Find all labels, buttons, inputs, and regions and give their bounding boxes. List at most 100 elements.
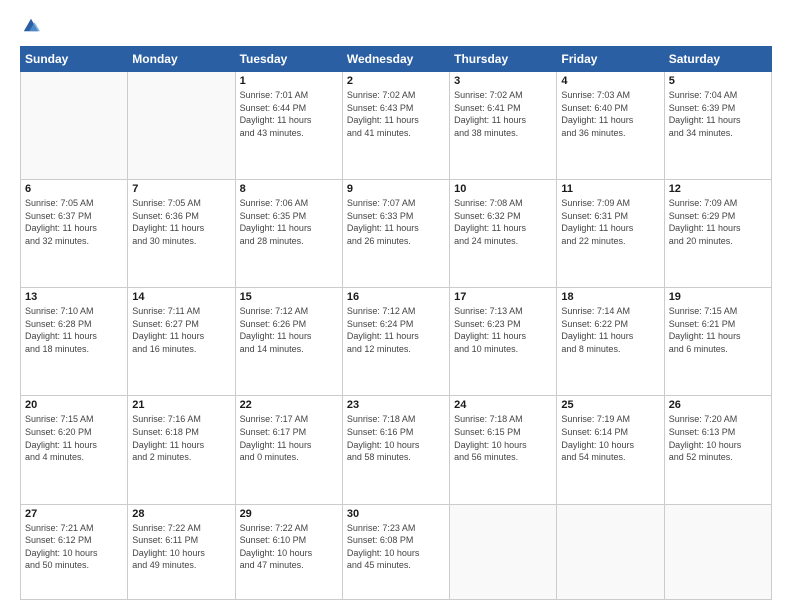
- calendar-cell: 26 Sunrise: 7:20 AM Sunset: 6:13 PM Dayli…: [664, 396, 771, 504]
- day-number: 24: [454, 399, 552, 411]
- day-info: Sunrise: 7:05 AM Sunset: 6:36 PM Dayligh…: [132, 197, 230, 247]
- calendar-cell: 30 Sunrise: 7:23 AM Sunset: 6:08 PM Dayli…: [342, 504, 449, 599]
- day-info: Sunrise: 7:03 AM Sunset: 6:40 PM Dayligh…: [561, 89, 659, 139]
- calendar-cell: [557, 504, 664, 599]
- calendar-table: SundayMondayTuesdayWednesdayThursdayFrid…: [20, 46, 772, 600]
- day-info: Sunrise: 7:04 AM Sunset: 6:39 PM Dayligh…: [669, 89, 767, 139]
- day-info: Sunrise: 7:22 AM Sunset: 6:11 PM Dayligh…: [132, 522, 230, 572]
- day-number: 19: [669, 291, 767, 303]
- calendar-cell: 18 Sunrise: 7:14 AM Sunset: 6:22 PM Dayli…: [557, 288, 664, 396]
- day-number: 15: [240, 291, 338, 303]
- day-number: 2: [347, 75, 445, 87]
- day-info: Sunrise: 7:05 AM Sunset: 6:37 PM Dayligh…: [25, 197, 123, 247]
- calendar-cell: [21, 72, 128, 180]
- day-number: 5: [669, 75, 767, 87]
- calendar-cell: 28 Sunrise: 7:22 AM Sunset: 6:11 PM Dayli…: [128, 504, 235, 599]
- day-info: Sunrise: 7:17 AM Sunset: 6:17 PM Dayligh…: [240, 413, 338, 463]
- day-info: Sunrise: 7:16 AM Sunset: 6:18 PM Dayligh…: [132, 413, 230, 463]
- day-info: Sunrise: 7:10 AM Sunset: 6:28 PM Dayligh…: [25, 305, 123, 355]
- header: [20, 18, 772, 36]
- col-header-tuesday: Tuesday: [235, 47, 342, 72]
- day-info: Sunrise: 7:14 AM Sunset: 6:22 PM Dayligh…: [561, 305, 659, 355]
- calendar-cell: 20Sunrise: 7:15 AM Sunset: 6:20 PM Dayli…: [21, 396, 128, 504]
- day-info: Sunrise: 7:12 AM Sunset: 6:24 PM Dayligh…: [347, 305, 445, 355]
- calendar-cell: 17 Sunrise: 7:13 AM Sunset: 6:23 PM Dayli…: [450, 288, 557, 396]
- day-info: Sunrise: 7:02 AM Sunset: 6:43 PM Dayligh…: [347, 89, 445, 139]
- calendar-cell: 2 Sunrise: 7:02 AM Sunset: 6:43 PM Daylig…: [342, 72, 449, 180]
- calendar-cell: 25 Sunrise: 7:19 AM Sunset: 6:14 PM Dayli…: [557, 396, 664, 504]
- day-number: 6: [25, 183, 123, 195]
- day-info: Sunrise: 7:22 AM Sunset: 6:10 PM Dayligh…: [240, 522, 338, 572]
- calendar-cell: 13 Sunrise: 7:10 AM Sunset: 6:28 PM Dayli…: [21, 288, 128, 396]
- calendar-week-3: 13 Sunrise: 7:10 AM Sunset: 6:28 PM Dayli…: [21, 288, 772, 396]
- calendar-cell: 16 Sunrise: 7:12 AM Sunset: 6:24 PM Dayli…: [342, 288, 449, 396]
- col-header-monday: Monday: [128, 47, 235, 72]
- day-number: 9: [347, 183, 445, 195]
- calendar-cell: 1 Sunrise: 7:01 AM Sunset: 6:44 PM Daylig…: [235, 72, 342, 180]
- day-number: 30: [347, 508, 445, 520]
- day-number: 17: [454, 291, 552, 303]
- calendar-cell: 24 Sunrise: 7:18 AM Sunset: 6:15 PM Dayli…: [450, 396, 557, 504]
- day-info: Sunrise: 7:01 AM Sunset: 6:44 PM Dayligh…: [240, 89, 338, 139]
- col-header-wednesday: Wednesday: [342, 47, 449, 72]
- calendar-cell: 27 Sunrise: 7:21 AM Sunset: 6:12 PM Dayli…: [21, 504, 128, 599]
- calendar-cell: 19Sunrise: 7:15 AM Sunset: 6:21 PM Dayli…: [664, 288, 771, 396]
- day-info: Sunrise: 7:23 AM Sunset: 6:08 PM Dayligh…: [347, 522, 445, 572]
- col-header-saturday: Saturday: [664, 47, 771, 72]
- calendar-cell: 14Sunrise: 7:11 AM Sunset: 6:27 PM Dayli…: [128, 288, 235, 396]
- day-number: 26: [669, 399, 767, 411]
- calendar-cell: 4 Sunrise: 7:03 AM Sunset: 6:40 PM Daylig…: [557, 72, 664, 180]
- calendar-cell: 15 Sunrise: 7:12 AM Sunset: 6:26 PM Dayli…: [235, 288, 342, 396]
- calendar-cell: 7 Sunrise: 7:05 AM Sunset: 6:36 PM Daylig…: [128, 180, 235, 288]
- day-info: Sunrise: 7:15 AM Sunset: 6:20 PM Dayligh…: [25, 413, 123, 463]
- calendar-header-row: SundayMondayTuesdayWednesdayThursdayFrid…: [21, 47, 772, 72]
- calendar-cell: 21 Sunrise: 7:16 AM Sunset: 6:18 PM Dayli…: [128, 396, 235, 504]
- day-info: Sunrise: 7:02 AM Sunset: 6:41 PM Dayligh…: [454, 89, 552, 139]
- day-info: Sunrise: 7:06 AM Sunset: 6:35 PM Dayligh…: [240, 197, 338, 247]
- calendar-cell: [128, 72, 235, 180]
- logo: [20, 18, 40, 36]
- calendar-cell: 3 Sunrise: 7:02 AM Sunset: 6:41 PM Daylig…: [450, 72, 557, 180]
- day-number: 12: [669, 183, 767, 195]
- day-number: 8: [240, 183, 338, 195]
- day-info: Sunrise: 7:08 AM Sunset: 6:32 PM Dayligh…: [454, 197, 552, 247]
- calendar-cell: 11Sunrise: 7:09 AM Sunset: 6:31 PM Dayli…: [557, 180, 664, 288]
- calendar-cell: 12Sunrise: 7:09 AM Sunset: 6:29 PM Dayli…: [664, 180, 771, 288]
- col-header-thursday: Thursday: [450, 47, 557, 72]
- day-info: Sunrise: 7:20 AM Sunset: 6:13 PM Dayligh…: [669, 413, 767, 463]
- calendar-cell: 8 Sunrise: 7:06 AM Sunset: 6:35 PM Daylig…: [235, 180, 342, 288]
- calendar-week-1: 1 Sunrise: 7:01 AM Sunset: 6:44 PM Daylig…: [21, 72, 772, 180]
- day-number: 28: [132, 508, 230, 520]
- day-number: 14: [132, 291, 230, 303]
- day-info: Sunrise: 7:18 AM Sunset: 6:16 PM Dayligh…: [347, 413, 445, 463]
- calendar-cell: [450, 504, 557, 599]
- day-info: Sunrise: 7:19 AM Sunset: 6:14 PM Dayligh…: [561, 413, 659, 463]
- logo-icon: [22, 16, 40, 34]
- day-number: 13: [25, 291, 123, 303]
- day-number: 22: [240, 399, 338, 411]
- day-info: Sunrise: 7:21 AM Sunset: 6:12 PM Dayligh…: [25, 522, 123, 572]
- page: SundayMondayTuesdayWednesdayThursdayFrid…: [0, 0, 792, 612]
- day-number: 3: [454, 75, 552, 87]
- calendar-cell: 6 Sunrise: 7:05 AM Sunset: 6:37 PM Daylig…: [21, 180, 128, 288]
- day-number: 21: [132, 399, 230, 411]
- calendar-week-4: 20Sunrise: 7:15 AM Sunset: 6:20 PM Dayli…: [21, 396, 772, 504]
- day-info: Sunrise: 7:12 AM Sunset: 6:26 PM Dayligh…: [240, 305, 338, 355]
- day-number: 4: [561, 75, 659, 87]
- day-number: 16: [347, 291, 445, 303]
- day-number: 7: [132, 183, 230, 195]
- calendar-cell: 10Sunrise: 7:08 AM Sunset: 6:32 PM Dayli…: [450, 180, 557, 288]
- day-number: 18: [561, 291, 659, 303]
- calendar-cell: [664, 504, 771, 599]
- day-number: 1: [240, 75, 338, 87]
- day-info: Sunrise: 7:18 AM Sunset: 6:15 PM Dayligh…: [454, 413, 552, 463]
- day-number: 27: [25, 508, 123, 520]
- calendar-cell: 5 Sunrise: 7:04 AM Sunset: 6:39 PM Daylig…: [664, 72, 771, 180]
- col-header-friday: Friday: [557, 47, 664, 72]
- calendar-cell: 23Sunrise: 7:18 AM Sunset: 6:16 PM Dayli…: [342, 396, 449, 504]
- day-info: Sunrise: 7:07 AM Sunset: 6:33 PM Dayligh…: [347, 197, 445, 247]
- day-number: 29: [240, 508, 338, 520]
- calendar-cell: 9 Sunrise: 7:07 AM Sunset: 6:33 PM Daylig…: [342, 180, 449, 288]
- day-info: Sunrise: 7:13 AM Sunset: 6:23 PM Dayligh…: [454, 305, 552, 355]
- day-number: 25: [561, 399, 659, 411]
